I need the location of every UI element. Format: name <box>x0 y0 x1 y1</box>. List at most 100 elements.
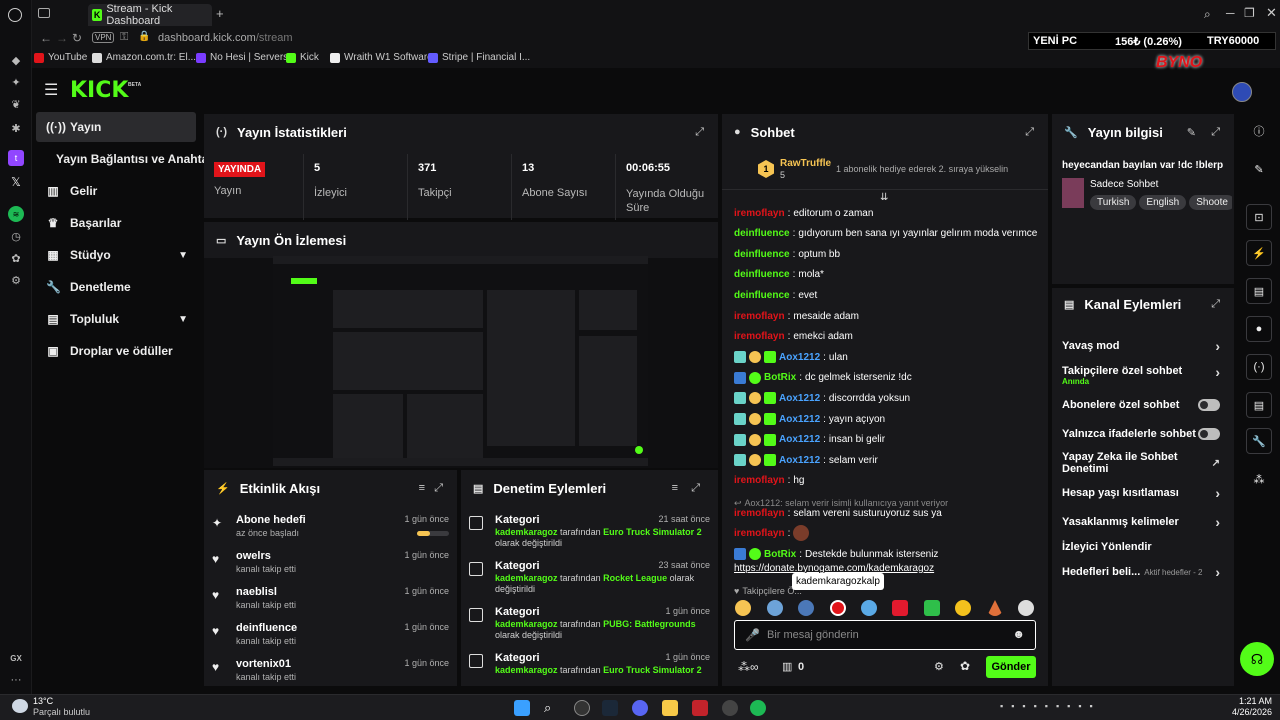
tag[interactable]: Turkish <box>1090 195 1137 210</box>
chat-username[interactable]: BotRix <box>764 549 796 560</box>
key-icon[interactable]: ⚿ <box>120 31 128 44</box>
edit-pencil-icon[interactable]: ✎ <box>1187 126 1196 139</box>
action-account-age[interactable]: Hesap yaşı kısıtlaması › <box>1062 482 1224 504</box>
opera-menu-icon[interactable] <box>8 8 22 22</box>
emote-3[interactable] <box>798 600 814 616</box>
sidebar-item-achievements[interactable]: ♛ Başarılar <box>36 208 196 238</box>
opera-gx-icon[interactable] <box>574 700 590 716</box>
sidebar-item-stream-key[interactable]: Yayın Bağlantısı ve Anahtarı <box>46 144 216 174</box>
action-banned-words[interactable]: Yasaklanmış kelimeler › <box>1062 511 1224 533</box>
kick-logo[interactable]: KICK <box>70 78 128 103</box>
action-goals[interactable]: Hedefleri beli... Aktif hedefler - 2 › <box>1062 561 1224 583</box>
chat-username[interactable]: iremoflayn <box>734 208 785 219</box>
emote-2[interactable] <box>767 600 783 616</box>
steam-icon[interactable] <box>602 700 618 716</box>
search-tabs-icon[interactable]: ⌕ <box>1204 7 1211 22</box>
url-input[interactable]: dashboard.kick.com/stream <box>158 32 293 44</box>
action-subs-only[interactable]: Abonelere özel sohbet <box>1062 394 1224 416</box>
toggle-switch[interactable] <box>1198 428 1220 440</box>
sidebar-item-community[interactable]: ▤ Topluluk ▼ <box>36 304 196 334</box>
emote-8[interactable] <box>955 600 971 616</box>
chat-username[interactable]: iremoflayn <box>734 528 785 539</box>
leader-username[interactable]: RawTruffle <box>780 158 831 169</box>
bookmark-kick[interactable]: Kick <box>286 52 319 63</box>
crypto-wallet-icon[interactable]: ✦ <box>8 74 24 90</box>
minimize-icon[interactable]: ─ <box>1226 6 1235 20</box>
wrench-icon[interactable]: 🔧 <box>1246 428 1272 454</box>
chat-username[interactable]: Aox1212 <box>779 352 820 363</box>
action-emote-only[interactable]: Yalnızca ifadelerle sohbet <box>1062 423 1224 445</box>
user-avatar[interactable] <box>1232 82 1252 102</box>
chat-username[interactable]: Aox1212 <box>779 455 820 466</box>
sidebar-item-stream[interactable]: ((·)) Yayın <box>36 112 196 142</box>
popout-icon[interactable]: ⤢ <box>695 126 704 139</box>
chat-username[interactable]: Aox1212 <box>779 393 820 404</box>
scan-icon[interactable]: ⊡ <box>1246 204 1272 230</box>
spotify-icon[interactable]: ≋ <box>8 206 24 222</box>
extensions-icon[interactable]: ✿ <box>8 250 24 266</box>
chat-bubble-icon[interactable]: ● <box>1246 316 1272 342</box>
edit-pencil-icon[interactable]: ✎ <box>1246 156 1272 182</box>
bookmark-youtube[interactable]: YouTube <box>34 52 87 63</box>
community-icon[interactable]: ⁂∞ <box>738 660 759 674</box>
chat-username[interactable]: Aox1212 <box>779 414 820 425</box>
emote-10[interactable] <box>1018 600 1034 616</box>
reload-icon[interactable]: ↻ <box>72 31 82 45</box>
emoji-icon[interactable]: ☻ <box>1012 627 1025 641</box>
filter-icon[interactable]: ≡ <box>419 482 425 494</box>
chat-settings-icon[interactable]: ⚙ <box>934 660 944 673</box>
bookmark-amazon[interactable]: Amazon.com.tr: El... <box>92 52 196 63</box>
chat-username[interactable]: iremoflayn <box>734 311 785 322</box>
chat-username[interactable]: iremoflayn <box>734 508 785 519</box>
system-tray-icons[interactable]: ▪▪▪▪▪▪▪▪▪ <box>1000 701 1170 713</box>
emote-5[interactable] <box>861 600 877 616</box>
search-icon[interactable]: ⌕ <box>544 700 560 716</box>
action-ai-moderation[interactable]: Yapay Zeka ile Sohbet Denetimi ↗ <box>1062 451 1224 475</box>
aria-icon[interactable]: ◆ <box>8 52 24 68</box>
mod-tools-icon[interactable]: ✿ <box>960 659 970 673</box>
community-icon[interactable]: ⁂ <box>1246 466 1272 492</box>
spotify-icon[interactable] <box>750 700 766 716</box>
channel-actions-icon[interactable]: ▤ <box>1246 392 1272 418</box>
popout-icon[interactable]: ⤢ <box>1211 298 1220 311</box>
chat-username[interactable]: deinfluence <box>734 269 790 280</box>
microphone-icon[interactable]: 🎤 <box>745 628 760 642</box>
chat-username[interactable]: iremoflayn <box>734 475 785 486</box>
tag[interactable]: English <box>1139 195 1187 210</box>
x-twitter-icon[interactable]: 𝕏 <box>8 174 24 190</box>
settings-icon[interactable]: ⚙ <box>8 272 24 288</box>
stream-preview-video[interactable] <box>273 256 648 466</box>
chat-username[interactable]: deinfluence <box>734 290 790 301</box>
popout-icon[interactable]: ⤢ <box>434 482 443 495</box>
forward-icon[interactable]: → <box>56 31 68 45</box>
action-followers-only[interactable]: Takipçilere özel sohbet Anında › <box>1062 360 1224 390</box>
gx-control-icon[interactable]: GX <box>8 650 24 666</box>
close-window-icon[interactable]: ✕ <box>1266 5 1277 21</box>
sidebar-item-revenue[interactable]: ▥ Gelir <box>36 176 196 206</box>
emote-kademkaragozkalp[interactable] <box>830 600 846 616</box>
broadcast-icon[interactable]: (·) <box>1246 354 1272 380</box>
action-host-viewers[interactable]: İzleyici Yönlendir <box>1062 536 1224 558</box>
hamburger-menu-icon[interactable]: ☰ <box>44 80 58 100</box>
popout-icon[interactable]: ⤢ <box>691 482 700 495</box>
start-icon[interactable] <box>514 700 530 716</box>
chat-username[interactable]: deinfluence <box>734 228 790 239</box>
app-icon[interactable] <box>722 700 738 716</box>
emote-1[interactable] <box>735 600 751 616</box>
discord-icon[interactable] <box>632 700 648 716</box>
lock-icon[interactable]: 🔒 <box>138 31 150 42</box>
info-icon[interactable]: ⓘ <box>1246 118 1272 144</box>
bookmark-wraith[interactable]: Wraith W1 Software <box>330 52 433 63</box>
chat-username[interactable]: Aox1212 <box>779 434 820 445</box>
weather-icon[interactable] <box>12 699 28 713</box>
document-icon[interactable]: ▤ <box>1246 278 1272 304</box>
popout-icon[interactable]: ⤢ <box>1211 126 1220 139</box>
chat-username[interactable]: BotRix <box>764 372 796 383</box>
filter-icon[interactable]: ≡ <box>672 482 678 494</box>
history-icon[interactable]: ◷ <box>8 228 24 244</box>
bookmark-stripe[interactable]: Stripe | Financial I... <box>428 52 530 63</box>
support-icon[interactable]: ☊ <box>1240 642 1274 676</box>
file-explorer-icon[interactable] <box>662 700 678 716</box>
more-icon[interactable]: ··· <box>8 672 24 688</box>
cleaner-icon[interactable]: ✱ <box>8 120 24 136</box>
